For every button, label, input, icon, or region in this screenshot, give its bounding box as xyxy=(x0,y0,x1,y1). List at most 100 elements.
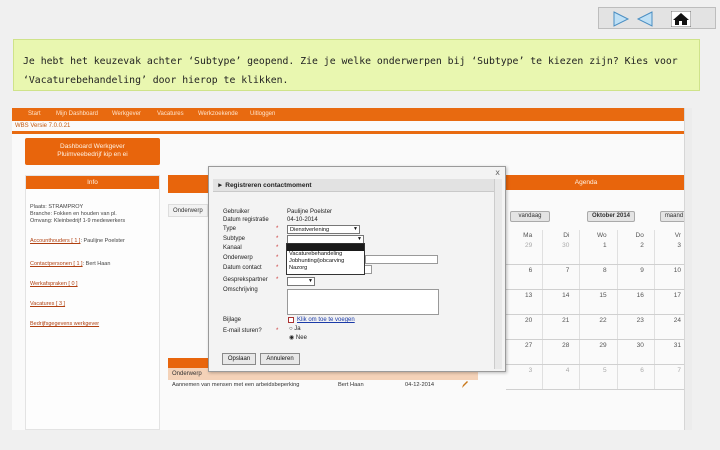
calendar-day[interactable]: 22 xyxy=(580,315,618,339)
calendar-day[interactable]: 14 xyxy=(543,290,581,314)
dialog-title: ► Registreren contactmoment xyxy=(213,179,496,192)
vacatures-link[interactable]: Vacatures [ 3 ] xyxy=(30,301,65,308)
accounthouder-name: : Paulijne Poelster xyxy=(80,238,125,244)
omschrijving-textarea[interactable] xyxy=(287,289,439,315)
dialog-scrollbar[interactable] xyxy=(494,179,502,369)
required-mark: * xyxy=(276,226,279,232)
calendar-day[interactable]: 27 xyxy=(506,340,544,364)
calendar-day[interactable]: 13 xyxy=(506,290,544,314)
dropdown-option-nazorg[interactable]: Nazorg xyxy=(287,265,364,272)
info-panel-header: Info xyxy=(26,176,159,189)
calendar-day[interactable]: 4 xyxy=(543,365,581,389)
kanaal-label: Kanaal xyxy=(223,245,242,251)
menu-item-werkgever[interactable]: Werkgever xyxy=(112,111,141,117)
dropdown-option-empty[interactable] xyxy=(287,244,364,251)
email-label: E-mail sturen? xyxy=(223,328,262,334)
info-plaats: Plaats: STRAMPROY xyxy=(30,204,84,210)
radio-ja[interactable]: ○ Ja xyxy=(289,326,301,332)
menu-item-dashboard[interactable]: Mijn Dashboard xyxy=(56,111,98,117)
previous-slide-button[interactable] xyxy=(636,11,654,27)
info-omvang: Omvang: Kleinbedrijf 1-9 medewerkers xyxy=(30,218,126,224)
calendar-day[interactable]: 7 xyxy=(543,265,581,289)
chevron-down-icon: ▼ xyxy=(308,278,313,284)
play-back-icon xyxy=(636,11,653,27)
radio-button-icon: ○ xyxy=(289,326,293,332)
accounthouders-link[interactable]: Accounthouders [ 1 ] xyxy=(30,238,80,244)
gesprekspartner-select[interactable]: ▼ xyxy=(287,277,315,286)
day-ma: Ma xyxy=(506,230,544,240)
calendar-day[interactable]: 30 xyxy=(543,240,581,264)
required-mark: * xyxy=(276,328,279,334)
calendar-day[interactable]: 5 xyxy=(580,365,618,389)
calendar-day[interactable]: 3 xyxy=(506,365,544,389)
bedrijfsgegevens-link[interactable]: Bedrijfsgegevens werkgever xyxy=(30,321,99,328)
calendar-icon[interactable] xyxy=(364,265,372,274)
dropdown-option-vacaturebehandeling[interactable]: Vacaturebehandeling xyxy=(287,251,364,258)
calendar-week: 27 28 29 30 31 xyxy=(506,340,692,365)
annuleren-button[interactable]: Annuleren xyxy=(260,353,300,365)
navigation-bar xyxy=(598,7,716,29)
calendar-day[interactable]: 2 xyxy=(618,240,655,264)
agenda-header: Agenda xyxy=(480,175,692,190)
calendar-day[interactable]: 29 xyxy=(506,240,544,264)
menu-item-uitloggen[interactable]: Uitloggen xyxy=(250,111,275,117)
type-select[interactable]: Dienstverlening ▼ xyxy=(287,225,360,234)
required-mark: * xyxy=(276,255,279,261)
calendar-day[interactable]: 16 xyxy=(618,290,655,314)
calendar-day[interactable]: 29 xyxy=(580,340,618,364)
required-mark: * xyxy=(276,245,279,251)
close-icon[interactable]: x xyxy=(495,168,500,177)
menu-item-start[interactable]: Start xyxy=(28,111,41,117)
calendar-day[interactable]: 6 xyxy=(506,265,544,289)
calendar-week: 13 14 15 16 17 xyxy=(506,290,692,315)
table-row[interactable]: Aannemen van mensen met een arbeidsbeper… xyxy=(168,380,478,391)
calendar-week: 29 30 1 2 3 xyxy=(506,240,692,265)
gebruiker-value: Paulijne Poelster xyxy=(287,209,333,215)
gesprekspartner-label: Gesprekspartner xyxy=(223,277,268,283)
play-forward-icon xyxy=(613,11,630,27)
day-di: Di xyxy=(543,230,581,240)
calendar-day[interactable]: 8 xyxy=(580,265,618,289)
calendar-week: 3 4 5 6 7 xyxy=(506,365,692,390)
type-select-value: Dienstverlening xyxy=(290,227,330,233)
subtype-dropdown-list: Vacaturebehandeling Jobhunting/jobcarvin… xyxy=(286,243,365,275)
calendar-header-row: Ma Di Wo Do Vr xyxy=(506,230,692,240)
calendar-day[interactable]: 23 xyxy=(618,315,655,339)
arrow-icon: ► xyxy=(217,182,226,189)
calendar-day[interactable]: 28 xyxy=(543,340,581,364)
row-date: 04-12-2014 xyxy=(405,382,435,388)
app-scrollbar[interactable] xyxy=(684,108,692,430)
instruction-box: Je hebt het keuzevak achter ‘Subtype’ ge… xyxy=(13,39,700,91)
bijlage-link[interactable]: Klik om toe te voegen xyxy=(297,317,355,323)
home-button[interactable] xyxy=(670,10,692,28)
calendar-day[interactable]: 9 xyxy=(618,265,655,289)
next-slide-button[interactable] xyxy=(612,11,630,27)
bijlage-checkbox[interactable] xyxy=(288,317,294,323)
radio-nee[interactable]: ◉ Nee xyxy=(289,334,307,341)
calendar-day[interactable]: 15 xyxy=(580,290,618,314)
today-button[interactable]: vandaag xyxy=(510,211,550,222)
type-label: Type xyxy=(223,226,237,232)
contactpersonen-link[interactable]: Contactpersonen [ 1 ] xyxy=(30,261,83,267)
row-subject: Aannemen van mensen met een arbeidsbeper… xyxy=(172,382,300,388)
dashboard-title-line-1: Dashboard Werkgever xyxy=(60,143,125,150)
werkafspraken-link[interactable]: Werkafspraken [ 0 ] xyxy=(30,281,78,288)
calendar-day[interactable]: 30 xyxy=(618,340,655,364)
info-panel: Info Plaats: STRAMPROY Branche: Fokken e… xyxy=(25,175,160,430)
calendar-day[interactable]: 20 xyxy=(506,315,544,339)
calendar-day[interactable]: 6 xyxy=(618,365,655,389)
edit-icon[interactable] xyxy=(461,380,469,391)
calendar-day[interactable]: 21 xyxy=(543,315,581,339)
menu-item-vacatures[interactable]: Vacatures xyxy=(157,111,184,117)
opslaan-button[interactable]: Opslaan xyxy=(222,353,256,365)
day-wo: Wo xyxy=(580,230,618,240)
menu-item-werkzoekende[interactable]: Werkzoekende xyxy=(198,111,238,117)
datum-registratie-label: Datum registratie xyxy=(223,217,269,223)
onderwerp-input[interactable] xyxy=(365,255,438,264)
app-menu-bar: Start Mijn Dashboard Werkgever Vacatures… xyxy=(12,108,692,121)
onderwerp-column: Onderwerp xyxy=(168,204,208,217)
dropdown-option-jobhunting[interactable]: Jobhunting/jobcarving xyxy=(287,258,364,265)
required-mark: * xyxy=(276,277,279,283)
calendar-day[interactable]: 1 xyxy=(580,240,618,264)
calendar-week: 20 21 22 23 24 xyxy=(506,315,692,340)
